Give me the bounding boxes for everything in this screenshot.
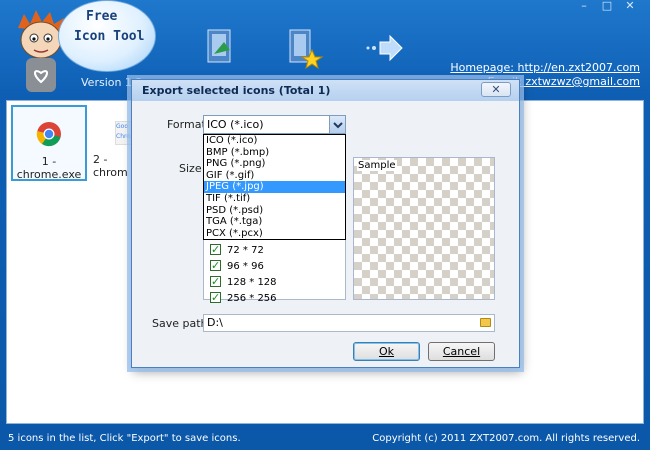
- mascot-logo-icon: [14, 10, 68, 94]
- maximize-button[interactable]: □: [597, 0, 617, 14]
- export-arrow-icon[interactable]: [364, 34, 404, 78]
- save-path-value: D:\: [207, 316, 223, 329]
- size-checkbox[interactable]: [210, 258, 221, 274]
- size-option-label: 256 * 256: [227, 293, 277, 304]
- export-dialog: Export selected icons (Total 1) ✕ Format…: [131, 79, 520, 368]
- format-option[interactable]: ICO (*.ico): [204, 135, 345, 147]
- dialog-title: Export selected icons (Total 1): [132, 80, 519, 101]
- size-option-label: 96 * 96: [227, 261, 264, 272]
- format-label: Format: [167, 118, 206, 131]
- logo-title-line1: Free: [86, 9, 118, 24]
- save-path-input[interactable]: D:\: [203, 314, 495, 332]
- save-path-label: Save path: [152, 317, 208, 330]
- size-label: Size: [179, 162, 202, 175]
- icon-item-label: 1 - chrome.exe: [16, 155, 82, 181]
- size-checkbox[interactable]: [210, 242, 221, 258]
- format-option[interactable]: JPEG (*.jpg): [204, 181, 345, 193]
- format-option[interactable]: PNG (*.png): [204, 158, 345, 170]
- format-option[interactable]: PCX (*.pcx): [204, 228, 345, 240]
- chevron-down-icon: [333, 122, 343, 129]
- format-dropdown-list[interactable]: ICO (*.ico) BMP (*.bmp) PNG (*.png) GIF (*.…: [203, 134, 346, 240]
- sample-label: Sample: [357, 160, 397, 171]
- ok-button[interactable]: Ok: [353, 342, 420, 361]
- cancel-button-label: Cancel: [442, 345, 481, 358]
- format-option[interactable]: TIF (*.tif): [204, 193, 345, 205]
- chrome-icon: [36, 121, 62, 147]
- minimize-button[interactable]: –: [574, 0, 594, 14]
- size-checkbox[interactable]: [210, 274, 221, 290]
- dropdown-button[interactable]: [329, 116, 345, 133]
- logo-title-line2: Icon Tool: [74, 29, 145, 44]
- folder-icon[interactable]: [480, 318, 491, 327]
- copyright-text: Copyright (c) 2011 ZXT2007.com. All righ…: [372, 433, 640, 444]
- ok-button-label: Ok: [378, 345, 395, 358]
- size-option-label: 72 * 72: [227, 245, 264, 256]
- format-select[interactable]: ICO (*.ico): [203, 115, 346, 134]
- status-bar: 5 icons in the list, Click "Export" to s…: [0, 428, 650, 450]
- icon-item[interactable]: 1 - chrome.exe: [11, 105, 87, 181]
- format-select-value: ICO (*.ico): [207, 118, 264, 131]
- cancel-button[interactable]: Cancel: [428, 342, 495, 361]
- format-option[interactable]: GIF (*.gif): [204, 170, 345, 182]
- open-files-icon[interactable]: [200, 26, 240, 70]
- close-window-button[interactable]: ✕: [620, 0, 640, 14]
- size-checkbox[interactable]: [210, 290, 221, 306]
- sample-preview: Sample: [353, 157, 495, 300]
- size-option-label: 128 * 128: [227, 277, 277, 288]
- format-option[interactable]: TGA (*.tga): [204, 216, 345, 228]
- status-left-text: 5 icons in the list, Click "Export" to s…: [8, 433, 241, 444]
- homepage-link[interactable]: Homepage: http://en.zxt2007.com: [450, 61, 640, 75]
- format-option[interactable]: PSD (*.psd): [204, 205, 345, 217]
- format-option[interactable]: BMP (*.bmp): [204, 147, 345, 159]
- dialog-close-button[interactable]: ✕: [481, 82, 511, 97]
- size-option[interactable]: 256 * 256: [210, 290, 277, 307]
- favorites-icon[interactable]: [284, 26, 324, 70]
- main-window: Free Icon Tool Version 1.2 – □ ✕ Homepag…: [0, 0, 650, 450]
